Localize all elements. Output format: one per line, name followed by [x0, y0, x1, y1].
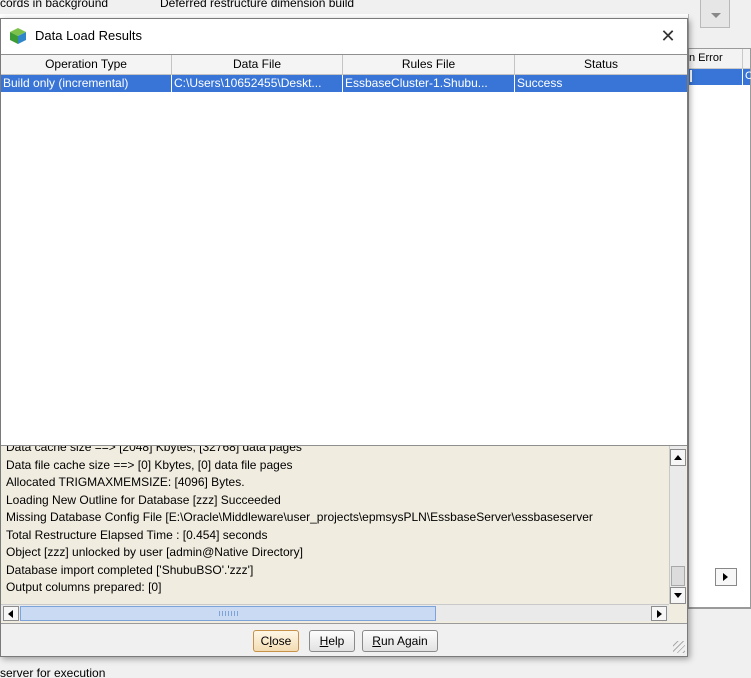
- horizontal-scroll-thumb[interactable]: [20, 606, 436, 621]
- background-grid: n Error C: [688, 48, 751, 608]
- log-line: Allocated TRIGMAXMEMSIZE: [4096] Bytes.: [6, 475, 245, 489]
- close-icon[interactable]: ✕: [653, 23, 683, 49]
- log-line: Missing Database Config File [E:\Oracle\…: [6, 510, 593, 524]
- column-header-rules-file[interactable]: Rules File: [343, 55, 515, 74]
- cube-icon: [10, 28, 26, 44]
- log-line: Output columns prepared: [0]: [6, 580, 162, 594]
- log-line: Data cache size ==> [2048] Kbytes, [3276…: [6, 446, 302, 454]
- log-line: Object [zzz] unlocked by user [admin@Nat…: [6, 545, 303, 559]
- log-line: Loading New Outline for Database [zzz] S…: [6, 492, 281, 507]
- column-header-data-file[interactable]: Data File: [172, 55, 343, 74]
- close-button-label-post: ose: [271, 634, 292, 648]
- log-line: Database import completed ['ShubuBSO'.'z…: [6, 562, 254, 577]
- help-button[interactable]: Help: [309, 630, 355, 652]
- background-grid-header-label: n Error: [689, 52, 723, 64]
- background-bottom-strip: server for execution: [0, 657, 751, 678]
- log-lines: Data cache size ==> [2048] Kbytes, [3276…: [6, 446, 666, 597]
- log-line: Data file cache size ==> [0] Kbytes, [0]…: [6, 457, 293, 472]
- dialog-titlebar[interactable]: Data Load Results ✕: [1, 19, 687, 53]
- results-table: Operation Type Data File Rules File Stat…: [1, 54, 687, 446]
- dialog-title: Data Load Results: [35, 28, 142, 43]
- background-grid-cell: C: [745, 70, 751, 82]
- background-grid-row[interactable]: C: [689, 69, 751, 85]
- background-dropdown-button[interactable]: [700, 0, 730, 28]
- horizontal-scrollbar[interactable]: [1, 604, 669, 621]
- close-button[interactable]: Close: [253, 630, 299, 652]
- run-again-button-mnemonic: R: [372, 634, 381, 648]
- cell-operation-type: Build only (incremental): [1, 75, 172, 92]
- cell-rules-file: EssbaseCluster-1.Shubu...: [343, 75, 515, 92]
- background-top-text-left: cords in background: [0, 0, 109, 10]
- background-top-strip: cords in background Deferred restructure…: [0, 0, 751, 14]
- background-bottom-text: server for execution: [0, 666, 106, 678]
- column-header-operation-type[interactable]: Operation Type: [1, 55, 172, 74]
- run-again-button-label-post: un Again: [380, 634, 428, 648]
- log-line: Total Restructure Elapsed Time : [0.454]…: [6, 527, 268, 542]
- background-bottom-right-panel: [688, 608, 751, 658]
- results-table-header: Operation Type Data File Rules File Stat…: [1, 55, 687, 75]
- cell-status: Success: [517, 76, 563, 90]
- column-header-status[interactable]: Status: [515, 55, 687, 74]
- background-grid-header: n Error: [689, 49, 750, 69]
- background-top-text-right: Deferred restructure dimension build: [160, 0, 355, 10]
- dialog-button-bar: Close Help Run Again: [1, 624, 687, 656]
- scroll-down-icon[interactable]: [670, 587, 686, 604]
- cell-data-file: C:\Users\10652455\Deskt...: [172, 75, 343, 92]
- run-again-button[interactable]: Run Again: [362, 630, 438, 652]
- data-load-results-dialog: Data Load Results ✕ Operation Type Data …: [0, 18, 688, 657]
- vertical-scrollbar[interactable]: [669, 446, 686, 604]
- scroll-up-icon[interactable]: [670, 449, 686, 466]
- vertical-scroll-thumb[interactable]: [671, 566, 685, 586]
- background-scroll-right-button[interactable]: [715, 568, 737, 586]
- table-row[interactable]: Build only (incremental) C:\Users\106524…: [1, 75, 687, 92]
- scroll-left-icon[interactable]: [3, 606, 19, 621]
- log-output-area[interactable]: Data cache size ==> [2048] Kbytes, [3276…: [1, 446, 687, 624]
- scroll-right-icon[interactable]: [651, 606, 667, 621]
- help-button-label-post: elp: [328, 634, 345, 648]
- resize-grip[interactable]: [673, 641, 685, 653]
- close-button-label-pre: C: [260, 634, 270, 648]
